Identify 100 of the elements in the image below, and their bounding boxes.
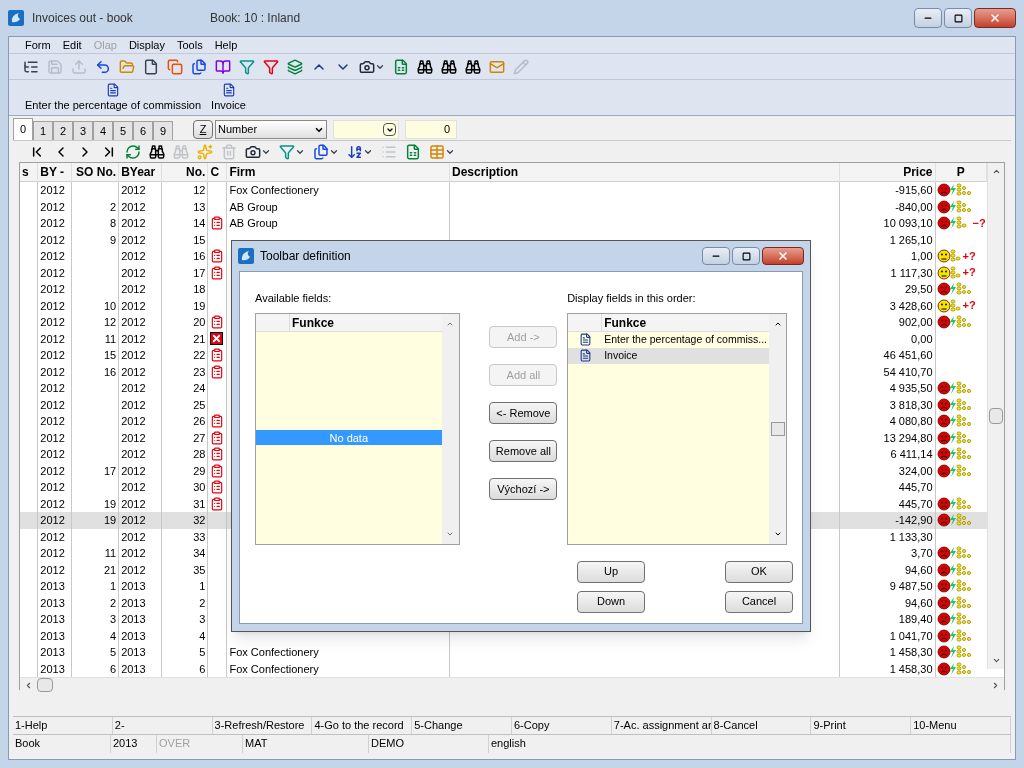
table-cell: 2012 [121, 316, 146, 328]
function-key-button[interactable]: 10-Menu [911, 716, 1011, 735]
table-cell: 2012 [121, 349, 146, 361]
dialog-button[interactable]: Cancel [725, 590, 793, 613]
table-cell: 2012 [40, 266, 65, 279]
table-cell: 2012 [121, 415, 146, 427]
column-header[interactable]: Price [839, 163, 935, 182]
table-cell: 2012 [121, 464, 146, 477]
maximize-button[interactable] [732, 247, 760, 265]
list-item[interactable]: Invoice [568, 347, 769, 364]
z-button[interactable]: Z [193, 120, 213, 139]
table-cell: 10 093,10 [883, 217, 933, 229]
menu-item[interactable]: Display [128, 36, 165, 54]
tab[interactable]: 2 [53, 121, 73, 140]
scroll-thumb[interactable] [770, 421, 785, 436]
menu-item[interactable]: Tools [176, 36, 203, 54]
transfer-button[interactable]: Výchozí -> [489, 478, 558, 500]
table-cell: 1 [110, 580, 117, 592]
transfer-button[interactable]: Remove all [489, 440, 558, 462]
function-key-button[interactable]: 9-Print [811, 716, 912, 735]
documents-icon [313, 143, 329, 160]
dialog-button[interactable]: OK [725, 560, 793, 583]
transfer-button[interactable]: <- Remove [489, 402, 558, 424]
table-cell: 2012 [40, 184, 65, 196]
table-row[interactable]: 2012 8 2012 14 AB Group 10 093,10 −? [20, 215, 987, 232]
function-key-button[interactable]: 8-Cancel [711, 716, 812, 735]
menu-item[interactable]: Help [214, 36, 238, 54]
scroll-thumb[interactable] [989, 408, 1004, 424]
menu-item[interactable]: Form [25, 36, 51, 54]
function-key-button[interactable]: 2- [112, 716, 213, 735]
value-field[interactable]: 0 [405, 120, 457, 139]
column-header[interactable]: No. [161, 163, 208, 182]
function-key-button[interactable]: 4-Go to the record [312, 716, 413, 735]
available-fields-list[interactable]: Funkce No data [255, 312, 460, 545]
documents-icon [191, 58, 207, 75]
column-header[interactable]: s [20, 163, 38, 182]
scroll-thumb[interactable] [37, 678, 53, 692]
function-key-button[interactable]: 1-Help [13, 716, 113, 735]
tab[interactable]: 4 [93, 121, 113, 140]
toolbar-action-button[interactable]: Enter the percentage of commission [25, 82, 202, 113]
column-header[interactable]: BY - [37, 163, 72, 182]
table-cell: 2012 [121, 514, 146, 526]
table-cell: 2012 [40, 332, 65, 345]
table-row[interactable]: 2013 5 2013 5 Fox Confectionery 1 458,30 [20, 644, 987, 661]
table-cell: 30 [193, 481, 206, 493]
add-icon [197, 143, 213, 160]
tab[interactable]: 1 [33, 121, 53, 140]
toolbar-action-button[interactable]: Invoice [211, 82, 246, 113]
function-key-button[interactable]: 3-Refresh/Restore [212, 716, 313, 735]
scroll-left-icon[interactable] [24, 680, 33, 690]
binoculars-icon [465, 58, 481, 75]
table-cell: 2012 [121, 184, 146, 196]
table-cell: 2012 [40, 382, 65, 394]
column-header[interactable]: BYear [118, 163, 162, 182]
dropdown-button[interactable] [383, 123, 396, 136]
column-header[interactable]: Firm [226, 163, 450, 182]
tab[interactable]: 5 [113, 121, 133, 140]
table-cell: 54 410,70 [883, 365, 933, 378]
payment-note: +? [962, 300, 976, 312]
column-header[interactable]: C [207, 163, 227, 182]
table-cell: 2012 [121, 563, 146, 576]
close-button[interactable] [762, 247, 804, 265]
maximize-button[interactable] [944, 8, 972, 28]
search-field[interactable] [333, 120, 399, 139]
scroll-up-icon[interactable] [991, 167, 1001, 176]
close-button[interactable] [974, 8, 1016, 28]
tab[interactable]: 0 [13, 118, 33, 140]
function-key-button[interactable]: 5-Change [412, 716, 512, 735]
column-header[interactable]: SO No. [71, 163, 119, 182]
horizontal-scrollbar[interactable] [20, 677, 1004, 692]
minimize-button[interactable] [702, 247, 730, 265]
function-key-button[interactable]: 6-Copy [512, 716, 612, 735]
list-item[interactable]: Enter the percentage of commiss... [568, 331, 769, 348]
payment-note: +? [962, 250, 976, 262]
menu-item[interactable]: Edit [62, 36, 82, 54]
vertical-scrollbar[interactable] [987, 163, 1004, 669]
table-row[interactable]: 2012 2 2012 13 AB Group -840,00 [20, 198, 987, 215]
minimize-button[interactable] [914, 8, 942, 28]
tab[interactable]: 6 [133, 121, 153, 140]
table-cell: 3 818,30 [889, 398, 933, 411]
table-cell: 1 117,30 [890, 266, 933, 279]
display-fields-list[interactable]: Funkce Enter the percentage of commiss... Invoice [567, 312, 787, 545]
tab[interactable]: 9 [153, 121, 173, 140]
table-row[interactable]: 2012 2012 12 Fox Confectionery -915,60 [20, 181, 987, 199]
order-button[interactable]: Down [577, 590, 645, 613]
table-cell: 17 [103, 464, 117, 477]
sort-field-dropdown[interactable]: Number [215, 120, 327, 139]
vertical-scrollbar[interactable] [769, 313, 786, 544]
table-cell: 2013 [121, 629, 146, 642]
table-cell: 4 935,50 [889, 382, 933, 394]
column-header[interactable]: Description [449, 163, 840, 182]
column-header[interactable]: P [935, 163, 987, 182]
order-button[interactable]: Up [577, 560, 645, 583]
table-cell: Fox Confectionery [229, 662, 319, 675]
table-cell: 20 [193, 316, 206, 328]
scroll-right-icon[interactable] [991, 680, 1000, 690]
function-key-button[interactable]: 7-Ac. assignment ar [611, 716, 712, 735]
tab[interactable]: 3 [73, 121, 93, 140]
binoculars-icon [173, 143, 189, 160]
table-cell: 1 133,30 [889, 530, 933, 543]
